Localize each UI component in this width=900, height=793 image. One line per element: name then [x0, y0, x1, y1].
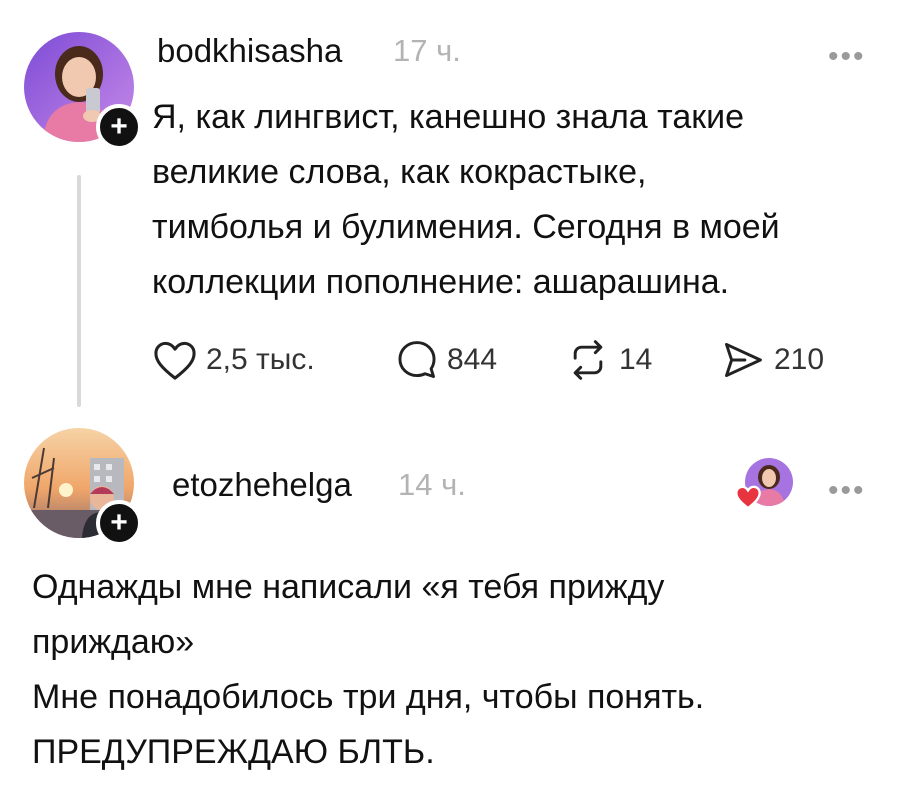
like-count: 2,5 тыс. — [206, 343, 315, 376]
post-text-line: Однажды мне написали «я тебя прижду — [32, 568, 665, 606]
share-count: 210 — [774, 343, 825, 376]
more-options-button[interactable]: ••• — [828, 42, 866, 72]
author-avatar-wrap[interactable]: + — [24, 428, 142, 546]
author-username[interactable]: bodkhisasha — [157, 32, 342, 70]
post-text-line: Я, как лингвист, канешно знала такие — [152, 98, 745, 136]
more-options-button[interactable]: ••• — [828, 476, 866, 506]
comment-bubble-icon — [398, 341, 436, 378]
author-username[interactable]: etozhehelga — [172, 466, 352, 504]
post-actions: 2,5 тыс. 844 14 210 — [152, 335, 852, 385]
heart-icon — [154, 341, 196, 380]
repost-count: 14 — [619, 343, 653, 376]
post-time: 17 ч. — [393, 33, 461, 68]
follow-plus-button[interactable]: + — [96, 500, 142, 546]
comment-button[interactable]: 844 — [395, 335, 497, 385]
follow-plus-button[interactable]: + — [96, 104, 142, 150]
post-text-line: Мне понадобилось три дня, чтобы понять. — [32, 678, 705, 716]
post-text-line: ПРЕДУПРЕЖДАЮ БЛТЬ. — [32, 733, 435, 771]
repost-button[interactable]: 14 — [565, 335, 652, 385]
post-text-line: тимболья и булимения. Сегодня в моей — [152, 208, 780, 246]
liked-heart-icon — [735, 485, 761, 510]
post-time: 14 ч. — [398, 467, 466, 502]
post-etozhehelga: + etozhehelga 14 ч. ••• Однажды мне напи… — [0, 410, 900, 793]
paper-plane-icon — [725, 342, 762, 378]
post-text-line: великие слова, как кокрастыке, — [152, 153, 647, 191]
repost-icon — [573, 340, 603, 380]
post-text: Однажды мне написали «я тебя прижду приж… — [32, 560, 704, 780]
comment-count: 844 — [447, 343, 498, 376]
post-text-line: коллекции пополнение: ашарашина. — [152, 263, 730, 301]
post-bodkhisasha: + bodkhisasha 17 ч. ••• Я, как лингвист,… — [0, 0, 900, 410]
like-button[interactable]: 2,5 тыс. — [152, 335, 315, 385]
author-avatar-wrap[interactable]: + — [24, 32, 142, 150]
post-text-line: приждаю» — [32, 623, 195, 661]
thread-line — [77, 175, 81, 407]
post-text: Я, как лингвист, канешно знала такие вел… — [152, 90, 780, 310]
share-button[interactable]: 210 — [720, 335, 824, 385]
